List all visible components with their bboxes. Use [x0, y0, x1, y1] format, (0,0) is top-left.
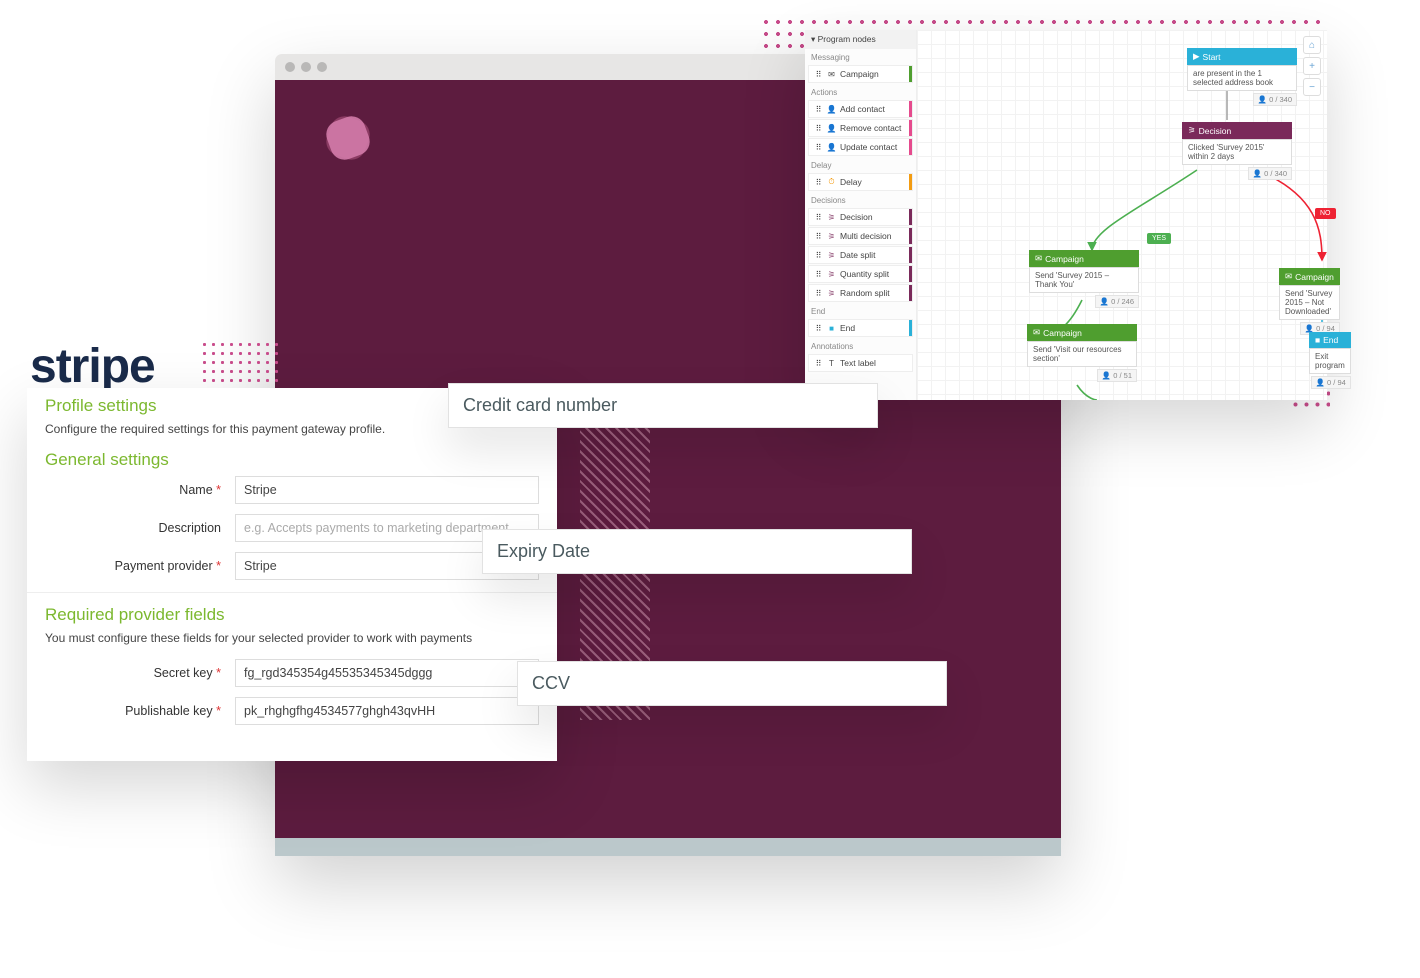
drag-icon: ⠿: [814, 213, 823, 222]
node-body: Send 'Survey 2015 – Thank You': [1029, 267, 1139, 293]
node-campaign[interactable]: ✉ Campaign Send 'Visit our resources sec…: [1027, 324, 1137, 382]
description-label: Description: [45, 521, 235, 535]
drag-icon: ⠿: [814, 270, 823, 279]
node-body: Exit program: [1309, 348, 1351, 374]
palette-item-add-contact[interactable]: ⠿👤Add contact: [808, 100, 913, 118]
node-count: 👤 0 / 340: [1253, 93, 1297, 106]
sidebar-group: Actions: [805, 84, 916, 99]
secret-key-input[interactable]: [235, 659, 539, 687]
drag-icon: ⠿: [814, 105, 823, 114]
person-minus-icon: 👤: [827, 124, 836, 133]
stop-icon: ■: [827, 324, 836, 333]
palette-item-remove-contact[interactable]: ⠿👤Remove contact: [808, 119, 913, 137]
drag-icon: ⠿: [814, 251, 823, 260]
expiry-date-input[interactable]: Expiry Date: [482, 529, 912, 574]
secret-key-label: Secret key *: [45, 666, 235, 680]
edge-label-no: NO: [1315, 208, 1336, 219]
section-title: General settings: [45, 450, 539, 470]
sidebar-group: Delay: [805, 157, 916, 172]
split-icon: ⚞: [827, 289, 836, 298]
section-description: You must configure these fields for your…: [45, 631, 539, 645]
drag-icon: ⠿: [814, 232, 823, 241]
palette-item-update-contact[interactable]: ⠿👤Update contact: [808, 138, 913, 156]
drag-icon: ⠿: [814, 324, 823, 333]
drag-icon: ⠿: [814, 359, 823, 368]
profile-settings-panel: Profile settings Configure the required …: [27, 388, 557, 761]
mail-icon: ✉: [827, 70, 836, 79]
split-icon: ⚞: [827, 213, 836, 222]
workflow-sidebar: ▾ Program nodes Messaging ⠿✉Campaign Act…: [805, 30, 917, 400]
app-logo-icon: [320, 110, 376, 166]
node-count: 👤 0 / 51: [1097, 369, 1137, 382]
section-title: Required provider fields: [45, 605, 539, 625]
split-icon: ⚞: [827, 232, 836, 241]
palette-item-end[interactable]: ⠿■End: [808, 319, 913, 337]
sidebar-header: ▾ Program nodes: [805, 30, 916, 49]
split-icon: ⚞: [827, 270, 836, 279]
window-dot: [285, 62, 295, 72]
palette-item-campaign[interactable]: ⠿✉Campaign: [808, 65, 913, 83]
node-body: Clicked 'Survey 2015' within 2 days: [1182, 139, 1292, 165]
zoom-out-button[interactable]: −: [1303, 78, 1321, 96]
edge-label-yes: YES: [1147, 233, 1171, 244]
workflow-panel: ▾ Program nodes Messaging ⠿✉Campaign Act…: [805, 30, 1327, 400]
sidebar-group: End: [805, 303, 916, 318]
node-start[interactable]: ▶ Start are present in the 1 selected ad…: [1187, 48, 1297, 106]
node-end[interactable]: ■ End Exit program 👤 0 / 94: [1309, 332, 1351, 389]
zoom-in-button[interactable]: +: [1303, 57, 1321, 75]
home-button[interactable]: ⌂: [1303, 36, 1321, 54]
name-input[interactable]: [235, 476, 539, 504]
drag-icon: ⠿: [814, 124, 823, 133]
palette-item-decision[interactable]: ⠿⚞Decision: [808, 208, 913, 226]
drag-icon: ⠿: [814, 70, 823, 79]
credit-card-number-input[interactable]: Credit card number: [448, 383, 878, 428]
publishable-key-input[interactable]: [235, 697, 539, 725]
name-label: Name *: [45, 483, 235, 497]
palette-item-random-split[interactable]: ⠿⚞Random split: [808, 284, 913, 302]
window-dot: [301, 62, 311, 72]
palette-item-multi-decision[interactable]: ⠿⚞Multi decision: [808, 227, 913, 245]
drag-icon: ⠿: [814, 143, 823, 152]
stripe-logo: stripe: [30, 339, 155, 394]
node-count: 👤 0 / 340: [1248, 167, 1292, 180]
palette-item-delay[interactable]: ⠿⏱Delay: [808, 173, 913, 191]
window-dot: [317, 62, 327, 72]
sidebar-group: Messaging: [805, 49, 916, 64]
canvas-controls: ⌂ + −: [1303, 36, 1321, 96]
drag-icon: ⠿: [814, 178, 823, 187]
clock-icon: ⏱: [827, 178, 836, 187]
provider-label: Payment provider *: [45, 559, 235, 573]
node-campaign[interactable]: ✉ Campaign Send 'Survey 2015 – Not Downl…: [1279, 268, 1340, 335]
publishable-key-label: Publishable key *: [45, 704, 235, 718]
node-body: are present in the 1 selected address bo…: [1187, 65, 1297, 91]
ccv-input[interactable]: CCV: [517, 661, 947, 706]
sidebar-group: Decisions: [805, 192, 916, 207]
node-body: Send 'Survey 2015 – Not Downloaded': [1279, 285, 1340, 320]
node-decision[interactable]: ⚞ Decision Clicked 'Survey 2015' within …: [1182, 122, 1292, 180]
palette-item-date-split[interactable]: ⠿⚞Date split: [808, 246, 913, 264]
drag-icon: ⠿: [814, 289, 823, 298]
text-icon: T: [827, 359, 836, 368]
workflow-canvas[interactable]: ▶ Start are present in the 1 selected ad…: [917, 30, 1327, 400]
browser-footer: [275, 838, 1061, 856]
node-body: Send 'Visit our resources section': [1027, 341, 1137, 367]
split-icon: ⚞: [827, 251, 836, 260]
node-count: 👤 0 / 246: [1095, 295, 1139, 308]
palette-item-text-label[interactable]: ⠿TText label: [808, 354, 913, 372]
node-campaign[interactable]: ✉ Campaign Send 'Survey 2015 – Thank You…: [1029, 250, 1139, 308]
person-edit-icon: 👤: [827, 143, 836, 152]
divider: [27, 592, 557, 593]
sidebar-group: Annotations: [805, 338, 916, 353]
node-count: 👤 0 / 94: [1311, 376, 1351, 389]
palette-item-quantity-split[interactable]: ⠿⚞Quantity split: [808, 265, 913, 283]
person-plus-icon: 👤: [827, 105, 836, 114]
